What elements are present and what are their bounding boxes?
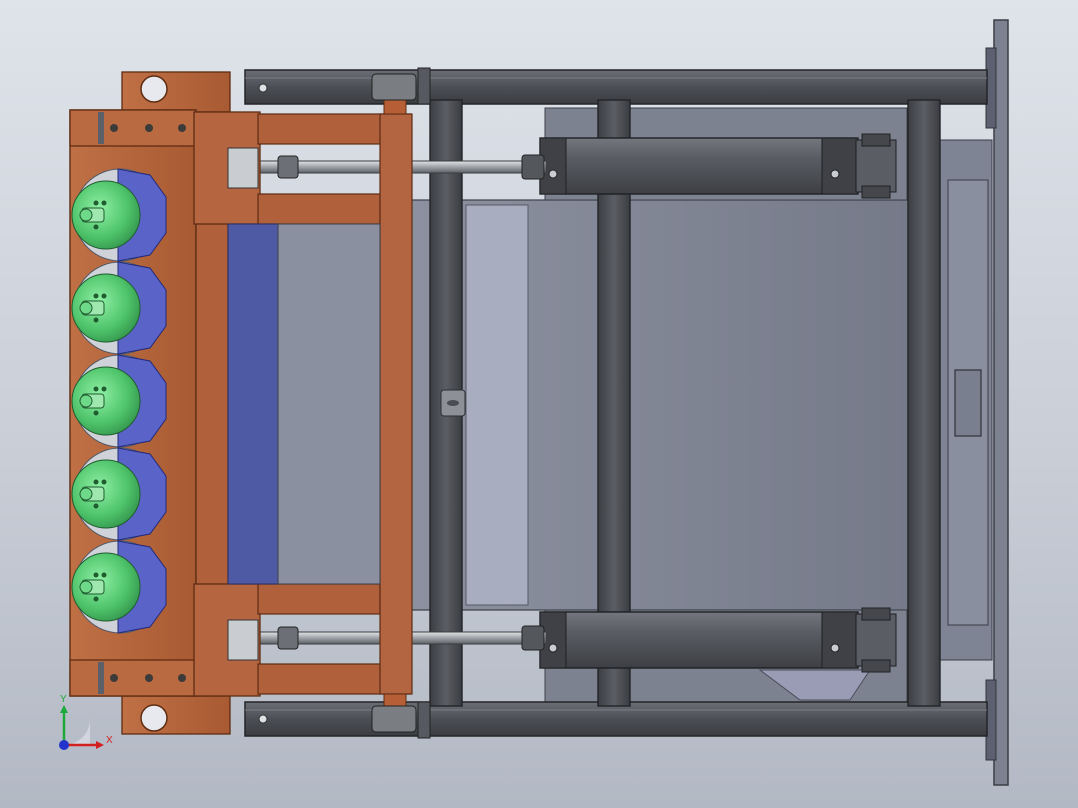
bottom-rail xyxy=(244,701,988,737)
lower-cylinder xyxy=(539,607,897,673)
top-rail xyxy=(244,69,988,105)
roller-stack xyxy=(71,168,167,634)
y-axis-label: Y xyxy=(60,694,67,705)
x-axis-label: X xyxy=(106,735,113,746)
axis-triad: X Y xyxy=(59,694,113,750)
upper-cylinder xyxy=(539,133,897,199)
cad-viewport[interactable]: X Y xyxy=(0,0,1078,808)
